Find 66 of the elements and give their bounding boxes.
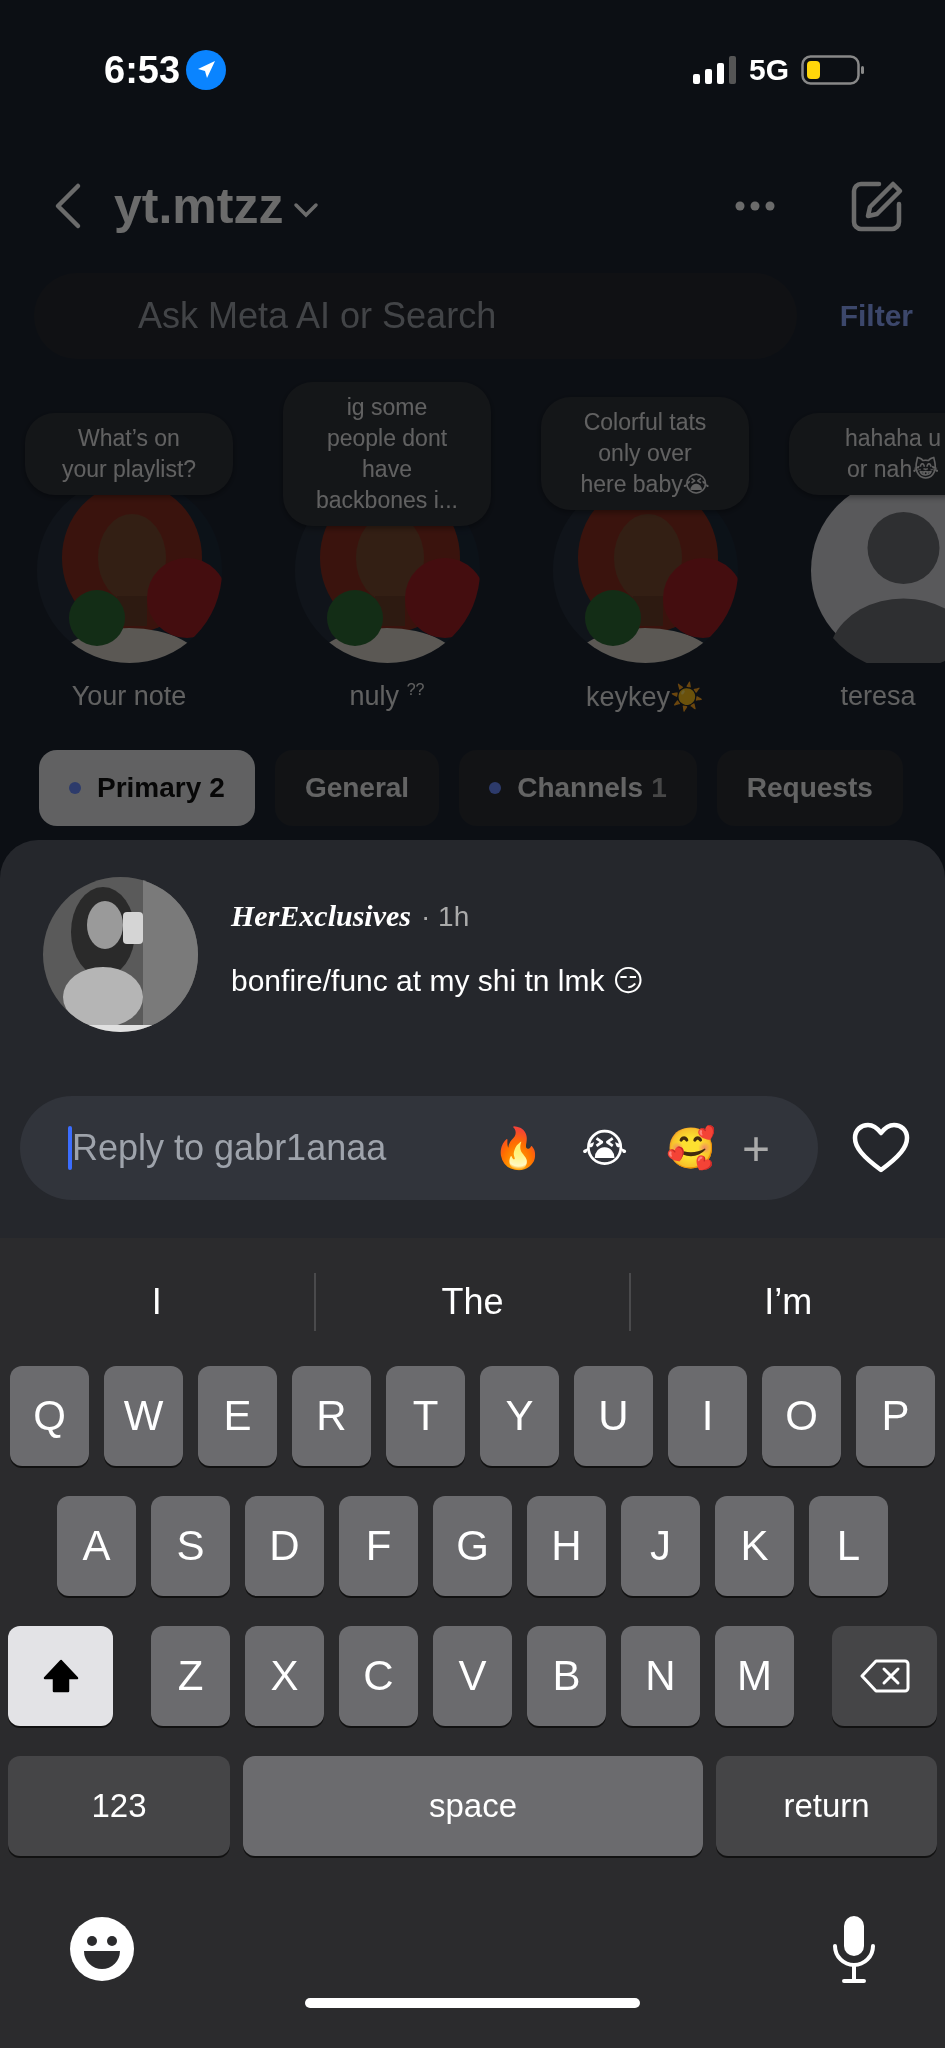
letter-key[interactable]: R [292, 1366, 371, 1466]
letter-key[interactable]: P [856, 1366, 935, 1466]
network-label: 5G [748, 53, 789, 87]
note-tooltip[interactable]: What’s on your playlist? [25, 412, 233, 495]
suggestion[interactable]: I’m [631, 1281, 945, 1323]
letter-key[interactable]: G [433, 1496, 512, 1596]
letter-key[interactable]: Q [10, 1366, 89, 1466]
message-time: · 1h [421, 901, 470, 933]
letter-key[interactable]: I [668, 1366, 747, 1466]
add-reaction-button[interactable]: + [737, 1120, 774, 1176]
account-title[interactable]: yt.mtzz [114, 177, 284, 235]
letter-key[interactable]: Z [151, 1626, 230, 1726]
note-author: Your note [71, 681, 187, 712]
delete-icon [859, 1658, 910, 1694]
note-author: teresa [840, 681, 916, 712]
numbers-key[interactable]: 123 [8, 1756, 230, 1856]
letter-key[interactable]: U [574, 1366, 653, 1466]
letter-key[interactable]: S [151, 1496, 230, 1596]
inbox-tab[interactable]: General [274, 750, 440, 826]
suggestion[interactable]: I [0, 1281, 314, 1323]
more-icon[interactable] [735, 201, 775, 211]
letter-key[interactable]: C [339, 1626, 418, 1726]
reaction-button[interactable]: 😭 [569, 1125, 640, 1171]
sender-name: HerExclusives [231, 899, 411, 933]
letter-key[interactable]: Y [480, 1366, 559, 1466]
battery-icon [801, 54, 865, 86]
note-tooltip[interactable]: Colorful tats only over here baby😭 [541, 397, 749, 510]
reaction-button[interactable]: 🔥 [481, 1124, 556, 1172]
letter-key[interactable]: W [104, 1366, 183, 1466]
letter-key[interactable]: M [715, 1626, 794, 1726]
delete-key[interactable] [832, 1626, 937, 1726]
note-author: keykey☀ [585, 681, 704, 713]
clock-time: 6:53 [104, 48, 181, 92]
letter-key[interactable]: K [715, 1496, 794, 1596]
shift-key[interactable] [8, 1626, 113, 1726]
note-author: nuly $^{??}$ [349, 681, 425, 712]
text-cursor [68, 1126, 72, 1170]
letter-key[interactable]: X [245, 1626, 324, 1726]
signal-icon [692, 55, 737, 85]
heart-icon[interactable] [852, 1122, 910, 1174]
letter-key[interactable]: L [809, 1496, 888, 1596]
message-text: bonfire/func at my shi tn lmk 😏 [231, 963, 645, 998]
inbox-tab[interactable]: Requests [716, 750, 903, 826]
reaction-button[interactable]: 🥰 [653, 1124, 728, 1172]
suggestion[interactable]: The [315, 1281, 630, 1323]
letter-key[interactable]: O [762, 1366, 841, 1466]
inbox-tab[interactable]: Primary 2 [39, 750, 255, 826]
letter-key[interactable]: T [386, 1366, 465, 1466]
letter-key[interactable]: H [527, 1496, 606, 1596]
note-tooltip[interactable]: ig some people dont have backbones i... [283, 381, 491, 526]
reply-field[interactable]: Reply to gabr1anaa 🔥 😭 🥰 + [20, 1096, 818, 1200]
note-tooltip[interactable]: hahaha u or nah😹 [789, 412, 945, 495]
letter-key[interactable]: F [339, 1496, 418, 1596]
letter-key[interactable]: N [621, 1626, 700, 1726]
letter-key[interactable]: V [433, 1626, 512, 1726]
shift-icon [42, 1659, 79, 1693]
letter-key[interactable]: J [621, 1496, 700, 1596]
letter-key[interactable]: D [245, 1496, 324, 1596]
letter-key[interactable]: B [527, 1626, 606, 1726]
space-key[interactable]: space [243, 1756, 703, 1856]
chevron-down-icon[interactable] [293, 202, 320, 218]
emoji-icon[interactable] [70, 1917, 134, 1981]
microphone-icon[interactable] [831, 1914, 877, 1984]
return-key[interactable]: return [716, 1756, 937, 1856]
letter-key[interactable]: E [198, 1366, 277, 1466]
letter-key[interactable]: A [57, 1496, 136, 1596]
